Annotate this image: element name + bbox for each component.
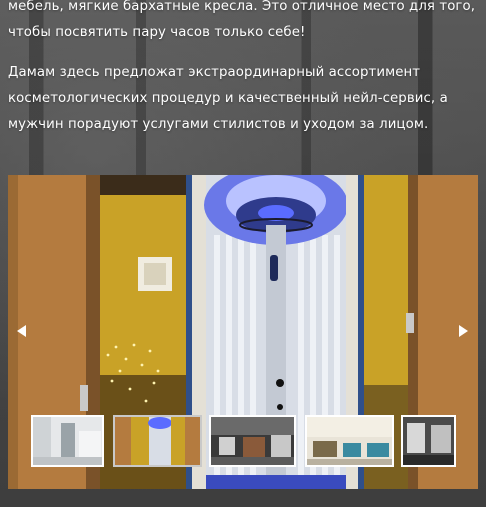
thumbnail-3[interactable]: [209, 415, 296, 467]
thumbnail-2-active[interactable]: [113, 415, 202, 467]
chevron-left-icon: [16, 325, 26, 337]
tanning-booth-photo: [115, 417, 200, 465]
salon-interior-photo: [211, 417, 294, 465]
thumbnail-1[interactable]: [31, 415, 104, 467]
chevron-right-icon: [458, 325, 468, 337]
gallery-next-button[interactable]: [456, 322, 470, 340]
thumbnail-4[interactable]: [305, 415, 394, 467]
intro-line-2: чтобы посвятить пару часов только себе!: [8, 25, 306, 40]
intro-paragraph-1: мебель, мягкие бархатные кресла. Это отл…: [8, 0, 478, 46]
lounge-photo: [307, 417, 392, 465]
intro-paragraph-2: Дамам здесь предложат экстраординарный а…: [8, 65, 448, 132]
gallery-prev-button[interactable]: [14, 322, 28, 340]
salon-room-photo: [33, 417, 102, 465]
intro-line-1: мебель, мягкие бархатные кресла. Это отл…: [8, 0, 476, 14]
hair-station-photo: [403, 417, 454, 465]
thumbnail-5[interactable]: [401, 415, 456, 467]
gallery-thumbnails: [31, 415, 456, 467]
description-text: мебель, мягкие бархатные кресла. Это отл…: [8, 0, 478, 152]
